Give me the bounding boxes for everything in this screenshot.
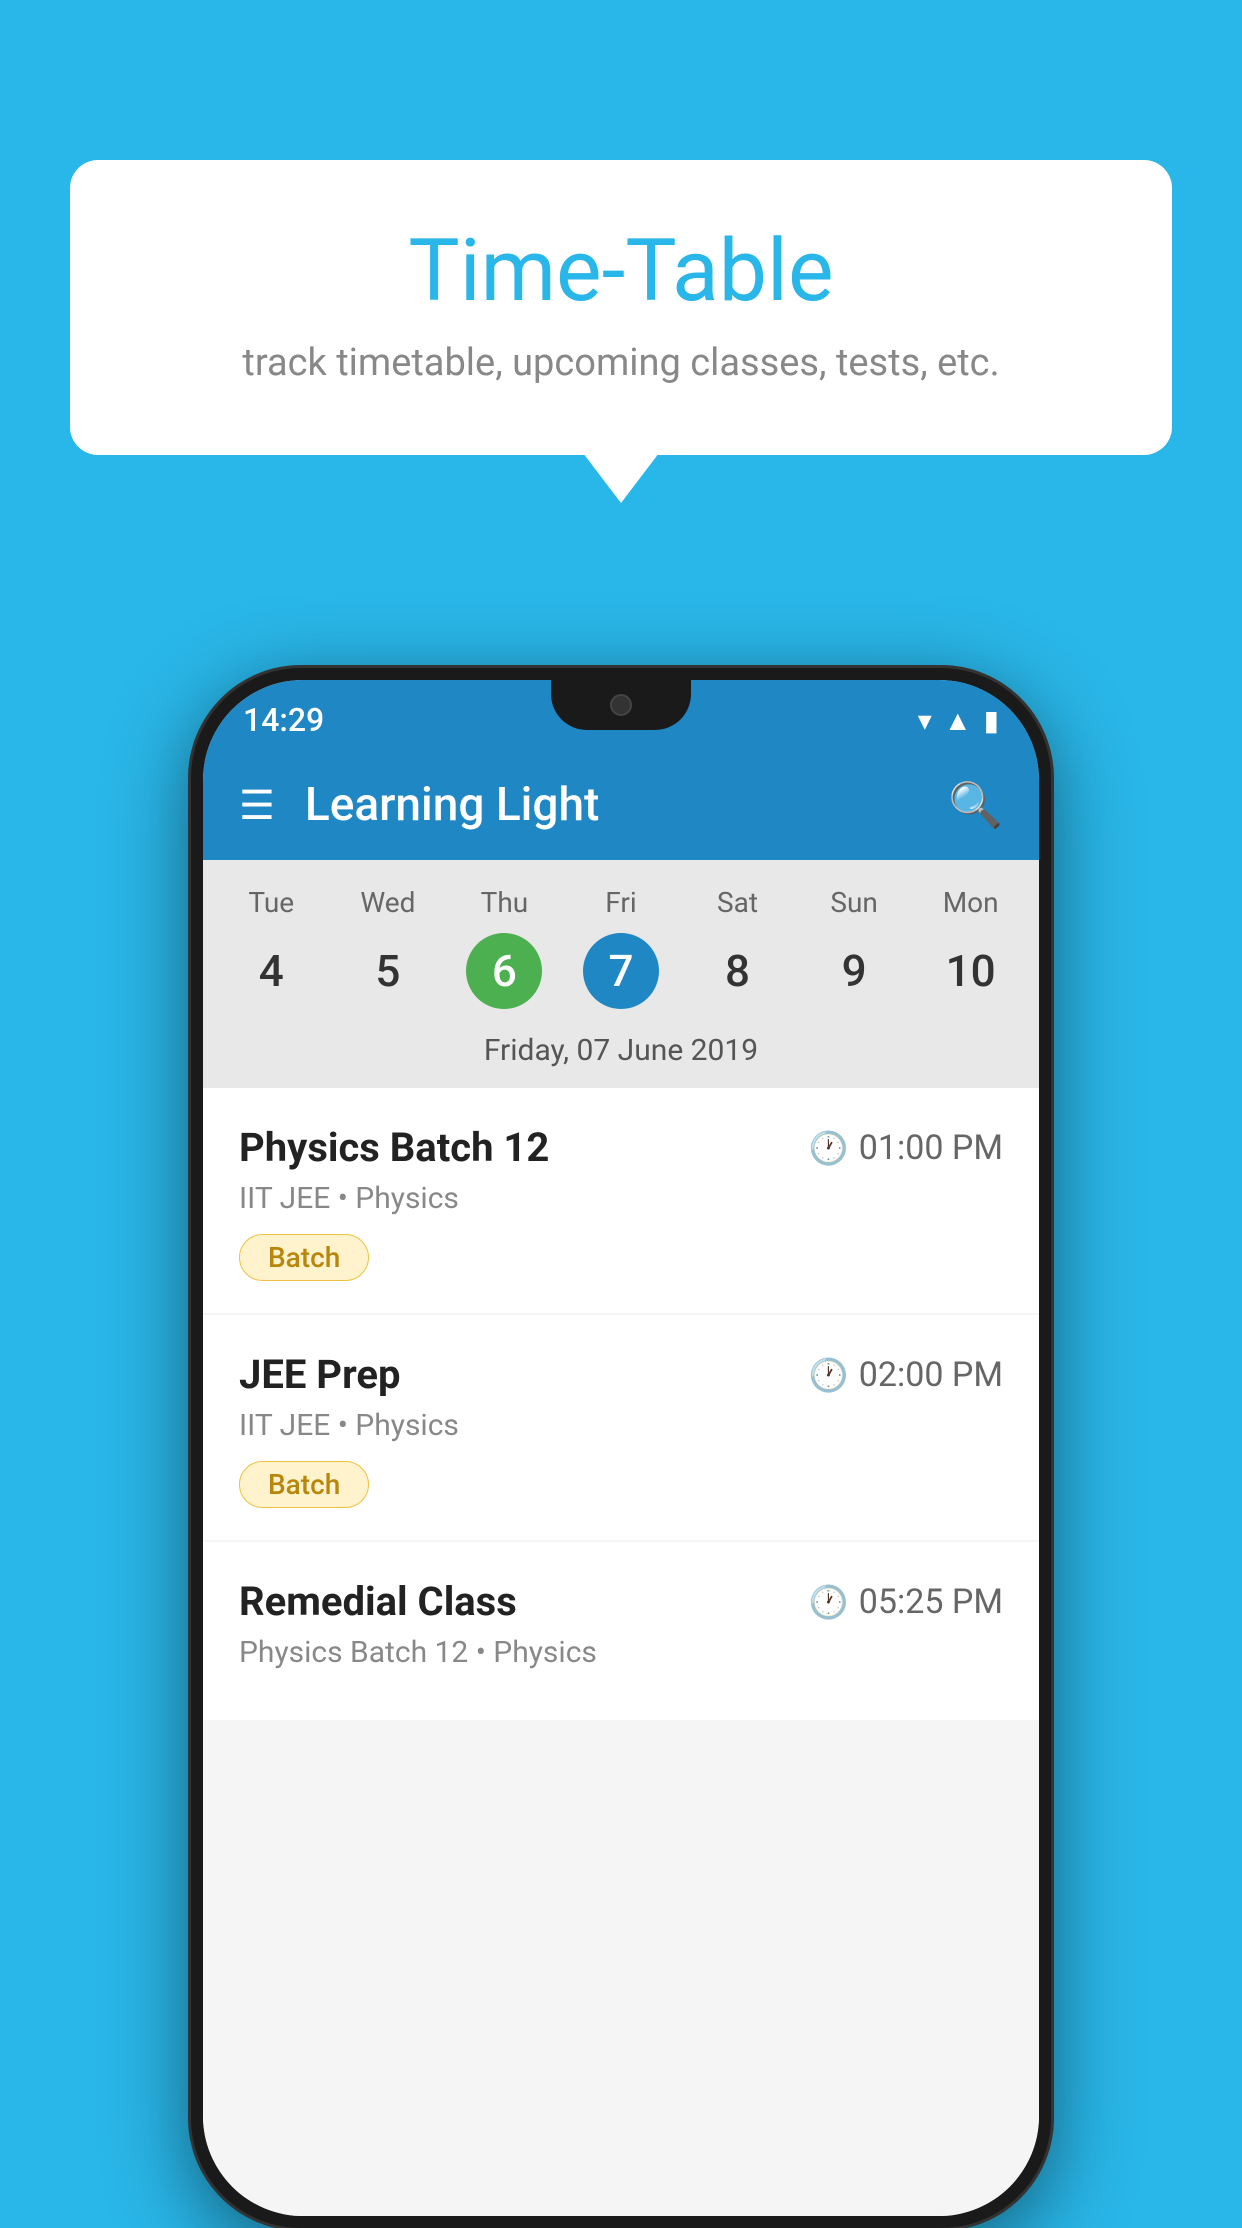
- app-bar: ☰ Learning Light 🔍: [203, 750, 1039, 860]
- bubble-title: Time-Table: [150, 220, 1092, 321]
- phone-screen: 14:29 ▾ ▲ ▮ ☰ Learning Light 🔍: [203, 680, 1039, 2216]
- schedule-item-2-header: JEE Prep 🕐 02:00 PM: [239, 1351, 1003, 1398]
- schedule-item-2-badge: Batch: [239, 1461, 369, 1508]
- day-name-wed: Wed: [360, 886, 415, 919]
- day-num-fri: 7: [583, 933, 659, 1009]
- schedule-item-3-title: Remedial Class: [239, 1578, 517, 1625]
- schedule-item-1-header: Physics Batch 12 🕐 01:00 PM: [239, 1124, 1003, 1171]
- signal-icon: ▲: [944, 704, 972, 737]
- schedule-item-2[interactable]: JEE Prep 🕐 02:00 PM IIT JEE • Physics Ba…: [203, 1315, 1039, 1540]
- day-name-tue: Tue: [248, 886, 294, 919]
- phone-mockup: 14:29 ▾ ▲ ▮ ☰ Learning Light 🔍: [191, 668, 1051, 2228]
- day-num-sun: 9: [816, 933, 892, 1009]
- days-row: Tue 4 Wed 5 Thu 6 Fri: [203, 878, 1039, 1017]
- day-name-sun: Sun: [830, 886, 878, 919]
- day-num-tue: 4: [233, 933, 309, 1009]
- schedule-item-1[interactable]: Physics Batch 12 🕐 01:00 PM IIT JEE • Ph…: [203, 1088, 1039, 1313]
- schedule-list: Physics Batch 12 🕐 01:00 PM IIT JEE • Ph…: [203, 1088, 1039, 2216]
- day-col-sun[interactable]: Sun 9: [804, 886, 904, 1009]
- day-num-wed: 5: [350, 933, 426, 1009]
- day-name-mon: Mon: [943, 886, 999, 919]
- schedule-item-1-badge: Batch: [239, 1234, 369, 1281]
- search-icon[interactable]: 🔍: [948, 779, 1003, 831]
- schedule-item-1-subtitle: IIT JEE • Physics: [239, 1181, 1003, 1216]
- bubble-subtitle: track timetable, upcoming classes, tests…: [150, 341, 1092, 385]
- day-col-tue[interactable]: Tue 4: [221, 886, 321, 1009]
- schedule-item-3-time-label: 05:25 PM: [859, 1582, 1003, 1622]
- phone-notch: [551, 680, 691, 730]
- clock-icon-1: 🕐: [809, 1129, 849, 1167]
- day-col-sat[interactable]: Sat 8: [688, 886, 788, 1009]
- screen-content: 14:29 ▾ ▲ ▮ ☰ Learning Light 🔍: [203, 680, 1039, 2216]
- clock-icon-2: 🕐: [809, 1356, 849, 1394]
- day-num-sat: 8: [700, 933, 776, 1009]
- day-col-wed[interactable]: Wed 5: [338, 886, 438, 1009]
- status-time: 14:29: [243, 701, 324, 739]
- schedule-item-2-time-label: 02:00 PM: [859, 1355, 1003, 1395]
- schedule-item-3-header: Remedial Class 🕐 05:25 PM: [239, 1578, 1003, 1625]
- speech-bubble-container: Time-Table track timetable, upcoming cla…: [70, 160, 1172, 455]
- day-col-mon[interactable]: Mon 10: [921, 886, 1021, 1009]
- phone-outer: 14:29 ▾ ▲ ▮ ☰ Learning Light 🔍: [191, 668, 1051, 2228]
- schedule-item-3-time: 🕐 05:25 PM: [809, 1582, 1003, 1622]
- schedule-item-2-time: 🕐 02:00 PM: [809, 1355, 1003, 1395]
- status-icons: ▾ ▲ ▮: [918, 704, 999, 737]
- day-name-fri: Fri: [605, 886, 636, 919]
- day-name-sat: Sat: [717, 886, 758, 919]
- clock-icon-3: 🕐: [809, 1583, 849, 1621]
- notch-camera: [610, 694, 632, 716]
- day-num-mon: 10: [933, 933, 1009, 1009]
- schedule-item-3-subtitle: Physics Batch 12 • Physics: [239, 1635, 1003, 1670]
- schedule-item-1-time-label: 01:00 PM: [859, 1128, 1003, 1168]
- hamburger-icon[interactable]: ☰: [239, 782, 275, 829]
- day-col-thu[interactable]: Thu 6: [454, 886, 554, 1009]
- schedule-item-2-title: JEE Prep: [239, 1351, 400, 1398]
- day-col-fri[interactable]: Fri 7: [571, 886, 671, 1009]
- day-name-thu: Thu: [481, 886, 529, 919]
- wifi-icon: ▾: [918, 704, 932, 737]
- calendar-header: Tue 4 Wed 5 Thu 6 Fri: [203, 860, 1039, 1088]
- battery-icon: ▮: [984, 704, 999, 737]
- app-title: Learning Light: [305, 778, 918, 832]
- schedule-item-1-time: 🕐 01:00 PM: [809, 1128, 1003, 1168]
- schedule-item-2-subtitle: IIT JEE • Physics: [239, 1408, 1003, 1443]
- day-num-thu: 6: [466, 933, 542, 1009]
- speech-bubble: Time-Table track timetable, upcoming cla…: [70, 160, 1172, 455]
- selected-date-label: Friday, 07 June 2019: [203, 1017, 1039, 1088]
- schedule-item-3[interactable]: Remedial Class 🕐 05:25 PM Physics Batch …: [203, 1542, 1039, 1720]
- schedule-item-1-title: Physics Batch 12: [239, 1124, 549, 1171]
